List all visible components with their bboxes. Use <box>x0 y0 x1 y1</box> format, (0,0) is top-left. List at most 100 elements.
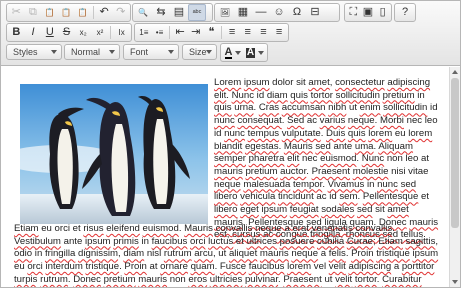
indent-icon: ⇥ <box>191 26 201 38</box>
misspelled-word: sed <box>400 178 417 190</box>
subscript-icon: x₂ <box>79 27 87 37</box>
misspelled-word: Donec <box>73 273 101 285</box>
remove-format-button[interactable]: Ix <box>113 24 130 41</box>
editor-content-area[interactable]: Lorem ipsum dolor sit amet, consectetur … <box>2 67 448 287</box>
align-center-button[interactable]: ≡ <box>240 24 256 41</box>
bold-icon: B <box>12 26 21 38</box>
redo-button[interactable]: ↷ <box>112 4 129 21</box>
text-run: sit <box>372 204 388 216</box>
maximize-button[interactable]: ⛶ <box>346 4 361 21</box>
paste-from-word-button[interactable]: 📋 <box>74 4 91 21</box>
format-dropdown-label: Normal <box>71 47 101 57</box>
select-all-button[interactable]: ▤ <box>170 4 188 21</box>
misspelled-word: dignissim <box>78 248 119 260</box>
misspelled-word: elit <box>214 89 227 101</box>
align-right-button[interactable]: ≡ <box>256 24 272 41</box>
text-run: non leo at <box>384 153 429 165</box>
page-break-button[interactable]: ⊟ <box>306 4 324 21</box>
format-dropdown[interactable]: Normal <box>64 44 120 60</box>
superscript-icon: x² <box>96 27 104 37</box>
special-char-button[interactable]: Ω <box>288 4 306 21</box>
align-left-button[interactable]: ≡ <box>224 24 240 41</box>
smiley-button[interactable]: ☺ <box>270 4 288 21</box>
subscript-button[interactable]: x₂ <box>75 24 92 41</box>
vertical-scrollbar[interactable] <box>449 67 460 287</box>
text-run: nec <box>299 153 321 165</box>
show-blocks-button[interactable]: ▣ <box>361 4 376 21</box>
misspelled-word: arcu <box>194 248 213 260</box>
replace-button[interactable]: ⇆ <box>152 4 170 21</box>
text-run: at <box>146 261 161 273</box>
paste-word-icon: 📋 <box>77 7 88 17</box>
redo-icon: ↷ <box>116 6 126 18</box>
table-button[interactable]: ▦ <box>234 4 252 21</box>
scroll-down-icon[interactable] <box>452 280 458 284</box>
misspelled-word: nunc <box>214 115 235 127</box>
styles-dropdown[interactable]: Styles <box>6 44 62 60</box>
help-button[interactable]: ? <box>396 4 414 21</box>
horizontal-line-button[interactable]: — <box>252 4 270 21</box>
text-run: . <box>392 223 395 234</box>
copy-button[interactable]: ⧉ <box>25 4 42 21</box>
misspelled-word: tincidunt <box>278 191 314 203</box>
help-toolbar-group: ? <box>394 3 416 22</box>
source-button[interactable]: ▯ <box>375 4 390 21</box>
paragraph-1: Lorem ipsum dolor sit amet, consectetur … <box>214 77 442 242</box>
misspelled-word: Praesent <box>311 165 351 177</box>
penguins-image[interactable] <box>20 84 208 224</box>
misspelled-word: Nunc <box>231 89 255 101</box>
styles-dropdown-label: Styles <box>13 47 38 57</box>
copy-icon: ⧉ <box>28 6 37 18</box>
font-dropdown[interactable]: Font <box>123 44 179 60</box>
bulleted-list-icon: •≡ <box>155 27 164 37</box>
bold-button[interactable]: B <box>8 24 25 41</box>
justify-button[interactable]: ≡ <box>271 24 287 41</box>
size-dropdown[interactable]: Size <box>182 44 217 60</box>
undo-button[interactable]: ↶ <box>96 4 113 21</box>
misspelled-word: Sed <box>287 115 305 127</box>
background-color-button[interactable]: A <box>244 44 266 61</box>
misspelled-word: diam <box>266 89 288 101</box>
horizontal-line-icon: — <box>255 6 267 18</box>
spellcheck-button[interactable]: ᵃᵇᶜ <box>188 4 206 21</box>
underline-button[interactable]: U <box>41 24 58 41</box>
misspelled-word: malesuada <box>243 178 291 190</box>
justify-icon: ≡ <box>275 26 283 38</box>
cut-button[interactable]: ✂ <box>8 4 25 21</box>
toolbar-separator <box>169 26 171 39</box>
outdent-button[interactable]: ⇤ <box>172 24 188 41</box>
text-run: a <box>318 248 329 260</box>
misspelled-word: euismod <box>320 153 357 165</box>
misspelled-word: ipsum <box>84 235 111 247</box>
paragraph-2: Etiam eu orci et risus eleifend euismod.… <box>14 223 444 287</box>
misspelled-word: libero <box>214 204 238 216</box>
editing-toolbar-group: 🔍 ⇆ ▤ ᵃᵇᶜ <box>132 3 213 22</box>
find-button[interactable]: 🔍 <box>134 4 152 21</box>
scrollbar-thumb[interactable] <box>451 78 459 228</box>
misspelled-word: molestie <box>352 165 389 177</box>
strike-button[interactable]: S <box>58 24 75 41</box>
italic-icon: I <box>31 26 35 38</box>
image-button[interactable]: 🖼 <box>216 4 234 21</box>
misspelled-word: auctor <box>280 165 307 177</box>
scroll-up-icon[interactable] <box>452 70 458 74</box>
clipboard-toolbar-group: ✂ ⧉ 📋 📋 📋 ↶ ↷ <box>6 3 131 22</box>
indent-button[interactable]: ⇥ <box>188 24 204 41</box>
text-color-button[interactable]: A <box>222 44 244 61</box>
misspelled-word: Vivamus <box>327 178 365 190</box>
spellcheck-icon: ᵃᵇᶜ <box>192 7 202 17</box>
blockquote-button[interactable]: ❝ <box>204 24 220 41</box>
italic-button[interactable]: I <box>25 24 42 41</box>
text-run: et <box>233 235 247 247</box>
numbered-list-button[interactable]: 1≡ <box>136 24 152 41</box>
misspelled-word: lorem <box>408 127 433 139</box>
toolbar-separator <box>92 6 94 19</box>
paste-button[interactable]: 📋 <box>41 4 58 21</box>
misspelled-word: Proin <box>351 248 374 260</box>
misspelled-word: ultrices <box>246 235 277 247</box>
superscript-button[interactable]: x² <box>92 24 109 41</box>
paste-text-button[interactable]: 📋 <box>58 4 75 21</box>
misspelled-word: felis <box>328 248 346 260</box>
misspelled-word: eleifend <box>106 223 140 234</box>
bulleted-list-button[interactable]: •≡ <box>152 24 168 41</box>
